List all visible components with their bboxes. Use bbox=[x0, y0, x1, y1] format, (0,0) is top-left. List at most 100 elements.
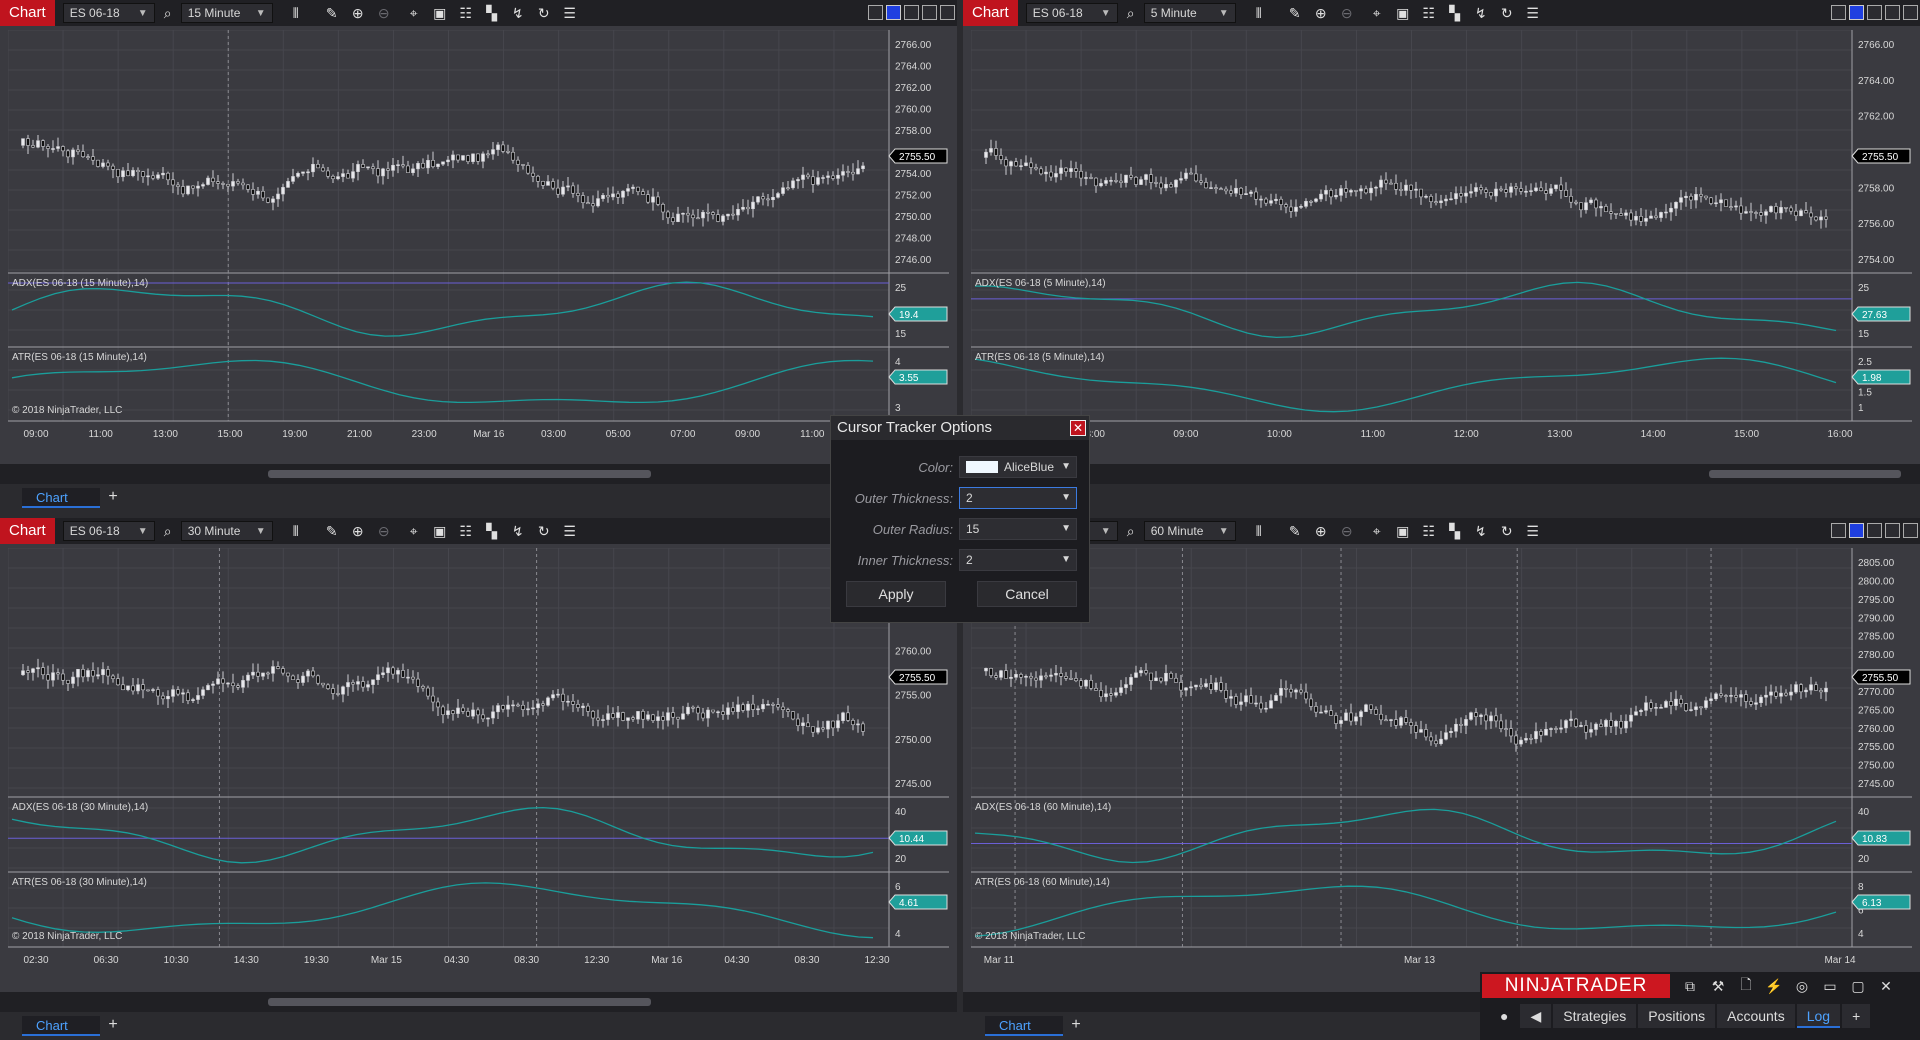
instrument-select[interactable]: ES 06-18 ▼ bbox=[1025, 3, 1118, 23]
snapshot-icon[interactable]: ▣ bbox=[1390, 0, 1416, 26]
chart-tab[interactable]: Chart bbox=[22, 488, 100, 508]
zoom-out-icon[interactable]: ⊖ bbox=[1334, 0, 1360, 26]
chart-trader-icon[interactable]: ↯ bbox=[505, 518, 531, 544]
zoom-in-icon[interactable]: ⊕ bbox=[345, 0, 371, 26]
zoom-out-icon[interactable]: ⊖ bbox=[371, 518, 397, 544]
crosshair-icon[interactable]: ⌖ bbox=[401, 0, 427, 26]
maximize-icon[interactable] bbox=[922, 5, 937, 20]
zoom-in-icon[interactable]: ⊕ bbox=[345, 518, 371, 544]
close-icon[interactable] bbox=[1903, 5, 1918, 20]
scrollbar-thumb[interactable] bbox=[1709, 470, 1901, 478]
minimize-icon[interactable] bbox=[1867, 5, 1882, 20]
maximize-icon[interactable]: ▢ bbox=[1846, 974, 1870, 998]
cancel-button[interactable]: Cancel bbox=[977, 581, 1077, 607]
window-link-icon[interactable] bbox=[1849, 523, 1864, 538]
minimize-icon[interactable] bbox=[904, 5, 919, 20]
chart-plot-area[interactable]: 2805.00 2800.00 2795.00 2790.00 2785.00 2780.… bbox=[971, 548, 1912, 992]
scrollbar-thumb[interactable] bbox=[267, 470, 651, 478]
reload-icon[interactable]: ↻ bbox=[531, 518, 557, 544]
properties-icon[interactable]: ☰ bbox=[557, 518, 583, 544]
strategies-icon[interactable]: ▚ bbox=[479, 0, 505, 26]
close-icon[interactable]: ✕ bbox=[1874, 974, 1898, 998]
strategies-icon[interactable]: ▚ bbox=[1442, 518, 1468, 544]
window-link-icon[interactable] bbox=[1849, 5, 1864, 20]
tab-positions[interactable]: Positions bbox=[1638, 1004, 1716, 1028]
reload-icon[interactable]: ↻ bbox=[531, 0, 557, 26]
inner-thickness-select[interactable]: 2 ▼ bbox=[959, 549, 1077, 571]
drawing-tool-icon[interactable]: ✎ bbox=[1282, 0, 1308, 26]
chart-trader-icon[interactable]: ↯ bbox=[505, 0, 531, 26]
search-icon[interactable]: ⌕ bbox=[1118, 518, 1144, 544]
reload-icon[interactable]: ↻ bbox=[1494, 518, 1520, 544]
chart-trader-icon[interactable]: ↯ bbox=[1468, 0, 1494, 26]
bar-style-icon[interactable]: ⫴ bbox=[283, 0, 309, 26]
strategies-icon[interactable]: ▚ bbox=[1442, 0, 1468, 26]
reload-icon[interactable]: ↻ bbox=[1494, 0, 1520, 26]
instrument-select[interactable]: ES 06-18 ▼ bbox=[62, 3, 155, 23]
scrollbar-thumb[interactable] bbox=[267, 998, 651, 1006]
bar-style-icon[interactable]: ⫴ bbox=[1246, 0, 1272, 26]
snapshot-icon[interactable]: ▣ bbox=[427, 0, 453, 26]
add-tab-icon[interactable]: + bbox=[1066, 1016, 1086, 1036]
search-icon[interactable]: ⌕ bbox=[155, 0, 181, 26]
bar-style-icon[interactable]: ⫴ bbox=[283, 518, 309, 544]
horizontal-scrollbar[interactable] bbox=[0, 992, 957, 1012]
interval-select[interactable]: 60 Minute ▼ bbox=[1143, 521, 1236, 541]
maximize-icon[interactable] bbox=[1885, 523, 1900, 538]
indicators-icon[interactable]: ☷ bbox=[453, 518, 479, 544]
strategies-icon[interactable]: ▚ bbox=[479, 518, 505, 544]
crosshair-icon[interactable]: ⌖ bbox=[1364, 518, 1390, 544]
zoom-out-icon[interactable]: ⊖ bbox=[371, 0, 397, 26]
snapshot-icon[interactable]: ▣ bbox=[1390, 518, 1416, 544]
horizontal-scrollbar[interactable] bbox=[0, 464, 957, 484]
interval-select[interactable]: 30 Minute ▼ bbox=[180, 521, 273, 541]
add-tab-icon[interactable]: + bbox=[103, 1016, 123, 1036]
chart-plot-area[interactable]: 2770.002765.002760.002755.002750.002745.… bbox=[8, 548, 949, 992]
search-icon[interactable]: ⌕ bbox=[1118, 0, 1144, 26]
interval-select[interactable]: 15 Minute ▼ bbox=[180, 3, 273, 23]
properties-icon[interactable]: ☰ bbox=[557, 0, 583, 26]
minimize-icon[interactable] bbox=[1867, 523, 1882, 538]
interval-select[interactable]: 5 Minute ▼ bbox=[1143, 3, 1236, 23]
properties-icon[interactable]: ☰ bbox=[1520, 0, 1546, 26]
tools-icon[interactable]: ⚒ bbox=[1706, 974, 1730, 998]
close-icon[interactable] bbox=[1903, 523, 1918, 538]
snapshot-icon[interactable]: ▣ bbox=[427, 518, 453, 544]
indicators-icon[interactable]: ☷ bbox=[1416, 518, 1442, 544]
zoom-in-icon[interactable]: ⊕ bbox=[1308, 0, 1334, 26]
tab-log[interactable]: Log bbox=[1796, 1004, 1841, 1028]
crosshair-icon[interactable]: ⌖ bbox=[1364, 0, 1390, 26]
dialog-close-button[interactable]: ✕ bbox=[1070, 420, 1086, 436]
drawing-tool-icon[interactable]: ✎ bbox=[319, 0, 345, 26]
help-icon[interactable]: ◎ bbox=[1790, 974, 1814, 998]
workspace-icon[interactable]: 🗋 bbox=[1734, 974, 1758, 998]
apply-button[interactable]: Apply bbox=[846, 581, 946, 607]
zoom-out-icon[interactable]: ⊖ bbox=[1334, 518, 1360, 544]
color-select[interactable]: AliceBlue ▼ bbox=[959, 456, 1077, 478]
window-link-icon[interactable] bbox=[886, 5, 901, 20]
properties-icon[interactable]: ☰ bbox=[1520, 518, 1546, 544]
instrument-select[interactable]: ES 06-18 ▼ bbox=[62, 521, 155, 541]
tabs-left-icon[interactable]: ◀ bbox=[1520, 1004, 1552, 1028]
close-icon[interactable] bbox=[940, 5, 955, 20]
minimize-icon[interactable]: ▭ bbox=[1818, 974, 1842, 998]
chart-tab[interactable]: Chart bbox=[985, 1016, 1063, 1036]
maximize-icon[interactable] bbox=[1885, 5, 1900, 20]
connection-icon[interactable]: ⚡ bbox=[1762, 974, 1786, 998]
search-icon[interactable]: ⌕ bbox=[155, 518, 181, 544]
window-tile-icon[interactable] bbox=[1831, 5, 1846, 20]
chart-tab[interactable]: Chart bbox=[22, 1016, 100, 1036]
bar-style-icon[interactable]: ⫴ bbox=[1246, 518, 1272, 544]
drawing-tool-icon[interactable]: ✎ bbox=[1282, 518, 1308, 544]
add-tab-icon[interactable]: + bbox=[1842, 1004, 1871, 1028]
indicators-icon[interactable]: ☷ bbox=[1416, 0, 1442, 26]
add-tab-icon[interactable]: + bbox=[103, 488, 123, 508]
chart-trader-icon[interactable]: ↯ bbox=[1468, 518, 1494, 544]
window-tile-icon[interactable] bbox=[868, 5, 883, 20]
chart-plot-area[interactable]: 2766.002764.002762.002760.002758.002756.… bbox=[971, 30, 1912, 464]
outer-radius-select[interactable]: 15 ▼ bbox=[959, 518, 1077, 540]
crosshair-icon[interactable]: ⌖ bbox=[401, 518, 427, 544]
indicators-icon[interactable]: ☷ bbox=[453, 0, 479, 26]
tab-strategies[interactable]: Strategies bbox=[1553, 1004, 1637, 1028]
horizontal-scrollbar[interactable] bbox=[963, 464, 1920, 484]
